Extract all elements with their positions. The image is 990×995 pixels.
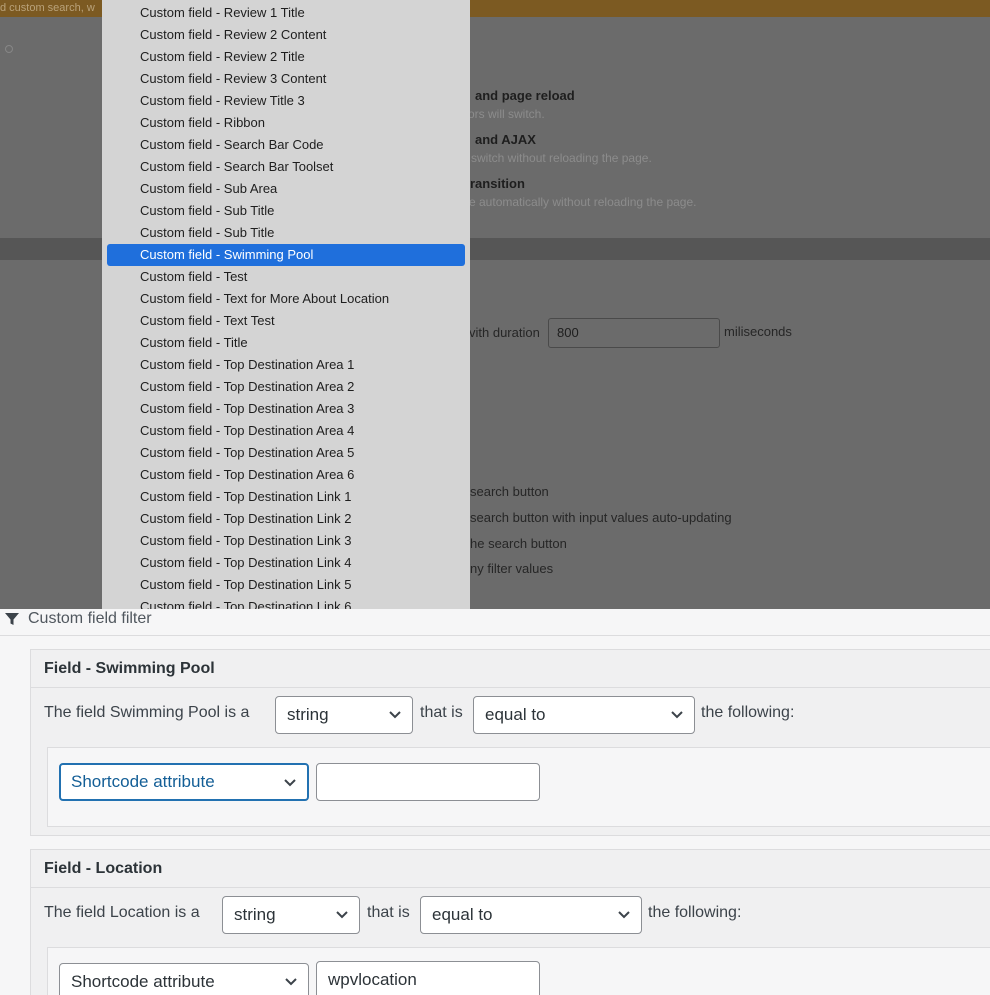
page-reload-title: and page reload	[475, 88, 575, 103]
compare-select[interactable]: equal to	[420, 896, 642, 934]
dropdown-option[interactable]: Custom field - Top Destination Area 4	[107, 420, 465, 442]
dropdown-option[interactable]: Custom field - Top Destination Area 5	[107, 442, 465, 464]
funnel-icon	[5, 613, 19, 625]
field-heading: Field - Location	[44, 860, 163, 877]
dropdown-option[interactable]: Custom field - Top Destination Area 6	[107, 464, 465, 486]
field-prefix: The field Swimming Pool is a	[44, 704, 250, 721]
transition-title: ransition	[470, 176, 525, 191]
option-search-button[interactable]: search button	[470, 484, 549, 499]
dropdown-option[interactable]: Custom field - Review 2 Title	[107, 46, 465, 68]
compare-select[interactable]: equal to	[473, 696, 695, 734]
compare-select-value: equal to	[432, 905, 493, 924]
field-panel-swimming-pool: Field - Swimming Pool The field Swimming…	[30, 649, 990, 836]
field-middle: that is	[420, 704, 463, 721]
dropdown-option[interactable]: Custom field - Top Destination Link 6	[107, 596, 465, 609]
chevron-down-icon	[618, 911, 630, 919]
option-autoupdate[interactable]: search button with input values auto-upd…	[470, 510, 732, 525]
dropdown-option[interactable]: Custom field - Search Bar Toolset	[107, 156, 465, 178]
dropdown-option[interactable]: Custom field - Sub Title	[107, 200, 465, 222]
source-select[interactable]: Shortcode attribute	[59, 963, 309, 995]
field-panel-header: Field - Location	[31, 850, 990, 888]
type-select-value: string	[234, 905, 276, 924]
page-reload-desc: ors will switch.	[468, 107, 545, 121]
chevron-down-icon	[284, 779, 296, 787]
dropdown-option[interactable]: Custom field - Test	[107, 266, 465, 288]
dropdown-option[interactable]: Custom field - Review 2 Content	[107, 24, 465, 46]
source-select-value: Shortcode attribute	[71, 772, 215, 791]
attribute-input[interactable]	[316, 763, 540, 801]
ajax-title: and AJAX	[475, 132, 536, 147]
duration-unit: miliseconds	[724, 324, 792, 339]
duration-label: vith duration	[469, 325, 540, 340]
type-select[interactable]: string	[222, 896, 360, 934]
field-middle: that is	[367, 904, 410, 921]
custom-field-filter-section: Custom field filter Field - Swimming Poo…	[0, 609, 990, 995]
dropdown-option[interactable]: Custom field - Top Destination Link 4	[107, 552, 465, 574]
chevron-down-icon	[671, 711, 683, 719]
dropdown-option[interactable]: Custom field - Top Destination Area 2	[107, 376, 465, 398]
field-panel-location: Field - Location The field Location is a…	[30, 849, 990, 995]
compare-select-value: equal to	[485, 705, 546, 724]
dropdown-option[interactable]: Custom field - Text Test	[107, 310, 465, 332]
dropdown-option[interactable]: Custom field - Review Title 3	[107, 90, 465, 112]
dropdown-option[interactable]: Custom field - Top Destination Link 2	[107, 508, 465, 530]
field-panel-header: Field - Swimming Pool	[31, 650, 990, 688]
attribute-input[interactable]: wpvlocation	[316, 961, 540, 995]
chevron-down-icon	[336, 911, 348, 919]
dropdown-option[interactable]: Custom field - Review 1 Title	[107, 2, 465, 24]
type-select[interactable]: string	[275, 696, 413, 734]
dropdown-option[interactable]: Custom field - Top Destination Link 5	[107, 574, 465, 596]
divider	[0, 635, 990, 636]
filter-title-text: Custom field filter	[28, 610, 152, 627]
field-prefix: The field Location is a	[44, 904, 200, 921]
dropdown-option[interactable]: Custom field - Sub Area	[107, 178, 465, 200]
notice-banner-text: d custom search, w	[0, 2, 95, 14]
source-select[interactable]: Shortcode attribute	[59, 763, 309, 801]
dropdown-option[interactable]: Custom field - Top Destination Area 3	[107, 398, 465, 420]
field-suffix: the following:	[648, 904, 742, 921]
field-suffix: the following:	[701, 704, 795, 721]
option-the-search-button[interactable]: he search button	[470, 536, 567, 551]
chevron-down-icon	[285, 978, 297, 986]
dropdown-option[interactable]: Custom field - Top Destination Area 1	[107, 354, 465, 376]
option-any-filter[interactable]: ny filter values	[470, 561, 553, 576]
dropdown-option[interactable]: Custom field - Text for More About Locat…	[107, 288, 465, 310]
value-source-box: Shortcode attribute wpvlocation	[47, 947, 990, 995]
dimmed-settings-area: d custom search, w and page reload ors w…	[0, 0, 990, 609]
dropdown-option-selected[interactable]: Custom field - Swimming Pool	[107, 244, 465, 266]
dropdown-option[interactable]: Custom field - Title	[107, 332, 465, 354]
source-select-value: Shortcode attribute	[71, 972, 215, 991]
help-icon	[5, 45, 13, 53]
ajax-desc: switch without reloading the page.	[471, 151, 652, 165]
dropdown-option[interactable]: Custom field - Ribbon	[107, 112, 465, 134]
value-source-box: Shortcode attribute	[47, 747, 990, 827]
field-select-dropdown[interactable]: Custom field - Review 1 Title Custom fiel…	[102, 0, 470, 609]
filter-title: Custom field filter	[4, 610, 152, 628]
chevron-down-icon	[389, 711, 401, 719]
transition-desc: e automatically without reloading the pa…	[469, 195, 697, 209]
dropdown-option[interactable]: Custom field - Search Bar Code	[107, 134, 465, 156]
dropdown-option[interactable]: Custom field - Sub Title	[107, 222, 465, 244]
field-heading: Field - Swimming Pool	[44, 660, 215, 677]
dropdown-option[interactable]: Custom field - Top Destination Link 3	[107, 530, 465, 552]
dropdown-option[interactable]: Custom field - Review 3 Content	[107, 68, 465, 90]
duration-input[interactable]: 800	[548, 318, 720, 348]
type-select-value: string	[287, 705, 329, 724]
dropdown-option[interactable]: Custom field - Top Destination Link 1	[107, 486, 465, 508]
